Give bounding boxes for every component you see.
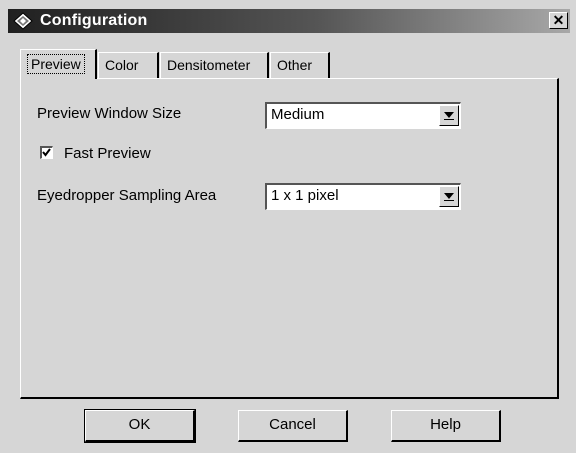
chevron-down-icon[interactable] [439, 186, 459, 207]
chevron-down-icon[interactable] [439, 105, 459, 126]
tab-other[interactable]: Other [270, 52, 330, 78]
help-button[interactable]: Help [391, 410, 501, 442]
fast-preview-checkbox[interactable] [40, 146, 53, 159]
preview-window-size-value: Medium [271, 106, 325, 123]
close-icon: ✕ [552, 12, 565, 28]
tab-color[interactable]: Color [98, 52, 159, 78]
eyedropper-sampling-area-label: Eyedropper Sampling Area [37, 187, 217, 204]
close-button[interactable]: ✕ [549, 12, 568, 29]
tab-densitometer-label: Densitometer [167, 57, 251, 73]
eyedropper-sampling-area-select[interactable]: 1 x 1 pixel [265, 183, 461, 210]
eyedropper-sampling-area-value: 1 x 1 pixel [271, 187, 339, 204]
ok-button-label: OK [128, 416, 151, 433]
ok-button[interactable]: OK [84, 409, 196, 443]
preview-window-size-label: Preview Window Size [37, 105, 182, 122]
tab-preview[interactable]: Preview [20, 49, 97, 79]
tab-preview-label: Preview [27, 54, 85, 74]
configuration-dialog: Configuration ✕ Preview Color Densitomet… [0, 0, 576, 453]
tab-color-label: Color [105, 57, 139, 73]
fast-preview-label[interactable]: Fast Preview [64, 145, 151, 162]
tab-densitometer[interactable]: Densitometer [160, 52, 269, 78]
cancel-button-label: Cancel [269, 416, 316, 433]
help-button-label: Help [430, 416, 461, 433]
preview-window-size-select[interactable]: Medium [265, 102, 461, 129]
cancel-button[interactable]: Cancel [238, 410, 348, 442]
tab-other-label: Other [277, 57, 313, 73]
title-bar[interactable]: Configuration ✕ [8, 9, 570, 33]
checkmark-icon [42, 148, 51, 157]
window-title: Configuration [40, 12, 148, 29]
app-icon [13, 12, 33, 30]
